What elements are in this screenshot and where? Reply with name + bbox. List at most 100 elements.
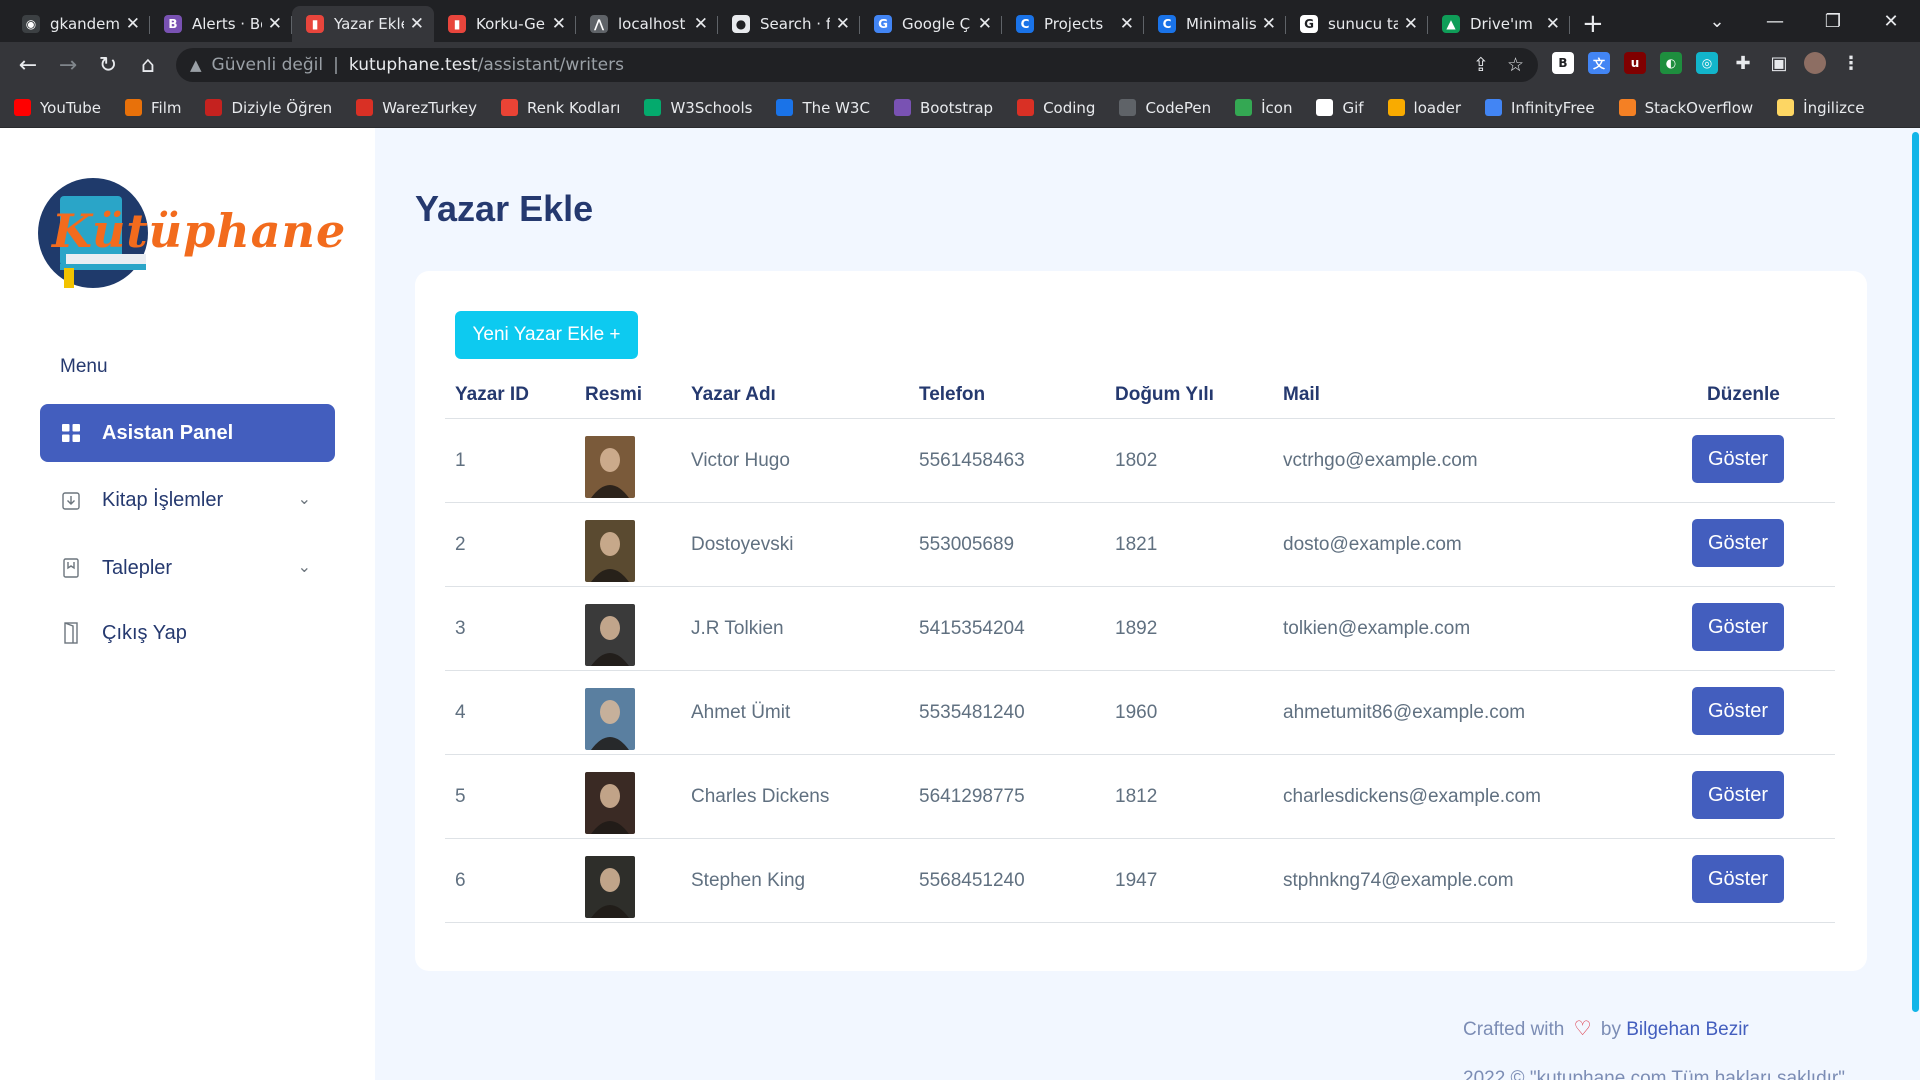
close-window-icon[interactable]: ✕ xyxy=(1862,11,1920,32)
browser-tab[interactable]: B Alerts · Bo ✕ xyxy=(150,6,292,42)
browser-tab[interactable]: ▮ Korku-Ge ✕ xyxy=(434,6,576,42)
bookmark-label: InfinityFree xyxy=(1511,98,1595,117)
table-row: 2 Dostoyevski 553005689 1821 dosto@example.c… xyxy=(445,503,1835,587)
bookmark-item[interactable]: W3Schools xyxy=(644,99,752,117)
tab-favicon-icon: B xyxy=(164,15,182,33)
browser-tab[interactable]: Gsunucu ta ✕ xyxy=(1286,6,1428,42)
bookmark-item[interactable]: İngilizce xyxy=(1777,99,1864,117)
tab-close-icon[interactable]: ✕ xyxy=(1120,14,1134,34)
browser-tab[interactable]: ● Search · f ✕ xyxy=(718,6,860,42)
bookmark-item[interactable]: The W3C xyxy=(776,99,870,117)
show-button[interactable]: Göster xyxy=(1692,603,1784,651)
show-button[interactable]: Göster xyxy=(1692,687,1784,735)
bookmark-item[interactable]: Film xyxy=(125,99,181,117)
sidebar-item-label: Kitap İşlemler xyxy=(102,488,224,511)
tab-close-icon[interactable]: ✕ xyxy=(126,14,140,34)
translate-icon[interactable]: 文 xyxy=(1588,52,1610,74)
writer-id: 5 xyxy=(455,786,466,807)
ublock-icon[interactable]: u xyxy=(1624,52,1646,74)
add-writer-button[interactable]: Yeni Yazar Ekle + xyxy=(455,311,638,359)
new-tab-button[interactable]: + xyxy=(1582,6,1604,42)
bookmark-label: İcon xyxy=(1261,98,1293,117)
extension-b-icon[interactable]: B xyxy=(1552,52,1574,74)
scrollbar-thumb[interactable] xyxy=(1912,132,1919,1012)
bookmark-star-icon[interactable]: ☆ xyxy=(1507,54,1524,76)
sidebar-item-label: Asistan Panel xyxy=(102,421,234,444)
profile-avatar[interactable] xyxy=(1804,52,1826,74)
bookmark-item[interactable]: Diziyle Öğren xyxy=(205,99,332,117)
tab-close-icon[interactable]: ✕ xyxy=(268,14,282,34)
writer-id: 1 xyxy=(455,450,466,471)
sidebar-item-cikis-yap[interactable]: Çıkış Yap xyxy=(40,604,335,662)
bookmark-item[interactable]: Gif xyxy=(1316,99,1364,117)
kebab-menu-icon[interactable]: ⋮ xyxy=(1840,52,1862,74)
tab-close-icon[interactable]: ✕ xyxy=(836,14,850,34)
bookmark-item[interactable]: CodePen xyxy=(1119,99,1211,117)
table-row: 4 Ahmet Ümit 5535481240 1960 ahmetumit86@exa… xyxy=(445,671,1835,755)
writer-phone: 5641298775 xyxy=(919,786,1025,807)
address-bar[interactable]: ▲ Güvenli değil | kutuphane.test /assist… xyxy=(176,48,1538,82)
bookmark-item[interactable]: Bootstrap xyxy=(893,99,993,117)
browser-tab[interactable]: ▲ Drive'ım ✕ xyxy=(1428,6,1570,42)
bookmark-item[interactable]: InfinityFree xyxy=(1485,99,1595,117)
extensions-puzzle-icon[interactable]: ✚ xyxy=(1732,52,1754,74)
writer-phone: 5415354204 xyxy=(919,618,1025,639)
tab-close-icon[interactable]: ✕ xyxy=(1262,14,1276,34)
tab-close-icon[interactable]: ✕ xyxy=(694,14,708,34)
browser-tab[interactable]: C Minimalis ✕ xyxy=(1144,6,1286,42)
tab-close-icon[interactable]: ✕ xyxy=(410,14,424,34)
reload-icon[interactable]: ↻ xyxy=(88,53,128,78)
tab-close-icon[interactable]: ✕ xyxy=(1546,14,1560,34)
tab-favicon-icon: ● xyxy=(732,15,750,33)
page-title: Yazar Ekle xyxy=(415,188,594,229)
page-scrollbar[interactable] xyxy=(1910,128,1920,1080)
bookmark-item[interactable]: StackOverflow xyxy=(1618,99,1753,117)
home-icon[interactable]: ⌂ xyxy=(128,53,168,78)
browser-tab[interactable]: ⋀ localhost ✕ xyxy=(576,6,718,42)
extension-circle-icon[interactable]: ◎ xyxy=(1696,52,1718,74)
tab-search-icon[interactable]: ⌄ xyxy=(1688,11,1746,32)
side-panel-icon[interactable]: ▣ xyxy=(1768,52,1790,74)
author-link[interactable]: Bilgehan Bezir xyxy=(1626,1019,1749,1040)
bookmark-item[interactable]: loader xyxy=(1387,99,1461,117)
bookmark-item[interactable]: İcon xyxy=(1235,99,1292,117)
kutuphane-logo[interactable]: Kütüphane xyxy=(38,168,345,298)
tab-close-icon[interactable]: ✕ xyxy=(552,14,566,34)
sidebar-item-asistan-panel[interactable]: Asistan Panel xyxy=(40,404,335,462)
minimize-icon[interactable]: — xyxy=(1746,11,1804,32)
bookmark-item[interactable]: Coding xyxy=(1017,99,1095,117)
forward-icon[interactable]: → xyxy=(48,53,88,78)
show-button[interactable]: Göster xyxy=(1692,771,1784,819)
writer-mail: tolkien@example.com xyxy=(1283,618,1471,639)
show-button[interactable]: Göster xyxy=(1692,435,1784,483)
tab-close-icon[interactable]: ✕ xyxy=(1404,14,1418,34)
writer-name: Dostoyevski xyxy=(691,534,794,555)
warning-icon[interactable]: ▲ xyxy=(190,56,202,74)
sidebar-item-talepler[interactable]: Talepler ⌄ xyxy=(40,539,335,597)
browser-tab[interactable]: C Projects ✕ xyxy=(1002,6,1144,42)
bookmark-favicon-icon xyxy=(1017,99,1035,116)
show-button[interactable]: Göster xyxy=(1692,855,1784,903)
share-icon[interactable]: ⇪ xyxy=(1473,54,1489,76)
show-button[interactable]: Göster xyxy=(1692,519,1784,567)
back-icon[interactable]: ← xyxy=(8,53,48,78)
browser-tab[interactable]: G Google Ç ✕ xyxy=(860,6,1002,42)
bookmark-item[interactable]: WarezTurkey xyxy=(356,99,477,117)
sidebar-item-kitap-islemler[interactable]: Kitap İşlemler ⌄ xyxy=(40,471,335,529)
footer-credit: Crafted with ♡ by Bilgehan Bezir xyxy=(1463,1016,1749,1041)
writer-phone: 5561458463 xyxy=(919,450,1025,471)
browser-tab[interactable]: ◉ gkandem ✕ xyxy=(8,6,150,42)
writer-birth-year: 1947 xyxy=(1115,870,1158,891)
bookmark-item[interactable]: Renk Kodları xyxy=(501,99,620,117)
tab-label: localhost xyxy=(618,15,686,33)
tab-close-icon[interactable]: ✕ xyxy=(978,14,992,34)
table-row: 6 Stephen King 5568451240 1947 stphnkng74@ex… xyxy=(445,839,1835,923)
bookmark-item[interactable]: YouTube xyxy=(14,99,101,117)
browser-tab[interactable]: ▮ Yazar Ekle ✕ xyxy=(292,6,434,42)
bookmark-label: CodePen xyxy=(1145,98,1212,117)
chevron-down-icon[interactable]: ⌄ xyxy=(298,557,311,577)
color-picker-icon[interactable]: ◐ xyxy=(1660,52,1682,74)
chevron-down-icon[interactable]: ⌄ xyxy=(298,489,311,509)
restore-icon[interactable]: ❐ xyxy=(1804,11,1862,32)
column-header: Mail xyxy=(1283,384,1320,405)
